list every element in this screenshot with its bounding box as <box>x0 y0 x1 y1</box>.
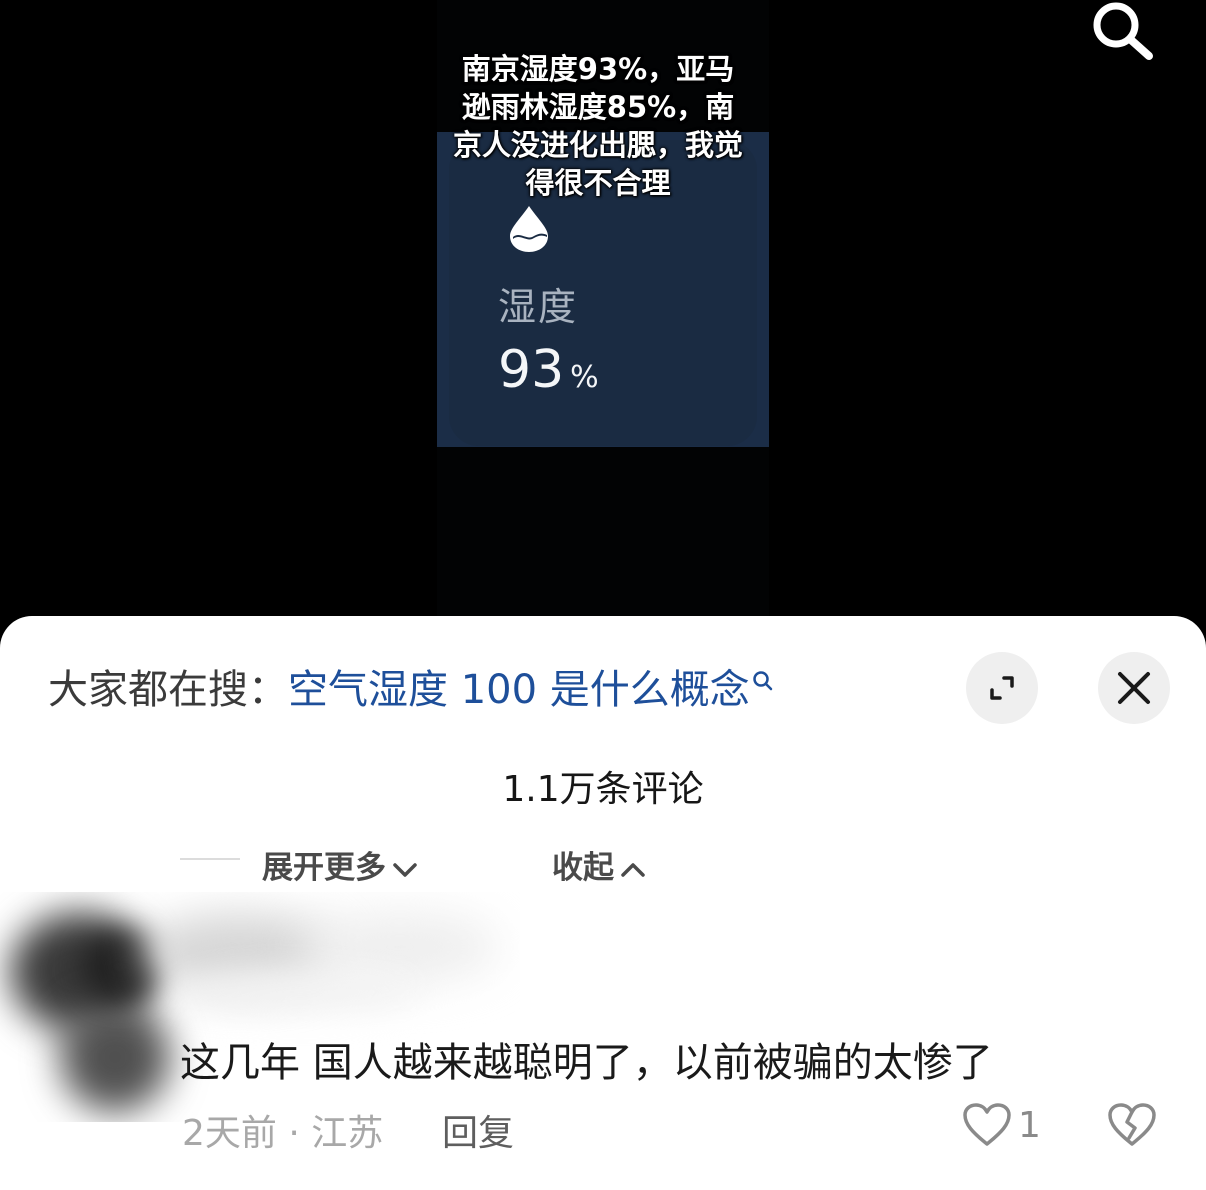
close-icon <box>1118 672 1150 704</box>
expand-more-label: 展开更多 <box>262 850 386 886</box>
broken-heart-icon <box>1108 1103 1156 1146</box>
search-icon <box>753 671 773 691</box>
chevron-down-icon <box>393 862 417 877</box>
trending-prefix: 大家都在搜： <box>48 667 288 713</box>
comment-count: 1.1万条评论 <box>502 769 704 810</box>
expand-icon <box>990 676 1014 700</box>
comment-text: 这几年 国人越来越聪明了，以前被骗的太惨了 <box>180 1040 993 1086</box>
search-icon <box>1093 2 1153 60</box>
humidity-value: 93% <box>498 340 599 400</box>
collapse-button[interactable]: 收起 <box>552 842 646 887</box>
chevron-up-icon <box>621 862 645 877</box>
video-player[interactable]: 湿度 93% 南京湿度93%，亚马逊雨林湿度85%，南京人没进化出腮，我觉得很不… <box>0 0 1206 640</box>
expand-more-button[interactable]: 展开更多 <box>262 842 418 887</box>
water-drop-icon <box>510 206 548 252</box>
thread-divider <box>180 858 240 860</box>
search-button[interactable] <box>1085 0 1159 62</box>
dislike-button[interactable] <box>1107 1102 1157 1152</box>
reply-button[interactable]: 回复 <box>442 1104 514 1156</box>
comment-meta: 2天前 · 江苏 <box>182 1113 384 1154</box>
trending-search[interactable]: 大家都在搜：空气湿度 100 是什么概念 <box>48 666 774 714</box>
humidity-unit: % <box>570 360 599 395</box>
trending-query-link[interactable]: 空气湿度 100 是什么概念 <box>288 667 750 713</box>
like-button[interactable]: 1 <box>962 1102 1041 1148</box>
like-count: 1 <box>1018 1104 1041 1146</box>
video-caption: 南京湿度93%，亚马逊雨林湿度85%，南京人没进化出腮，我觉得很不合理 <box>452 52 743 200</box>
humidity-number: 93 <box>498 340 565 400</box>
expand-button[interactable] <box>966 652 1038 724</box>
humidity-label: 湿度 <box>498 285 579 329</box>
close-button[interactable] <box>1098 652 1170 724</box>
heart-icon <box>963 1103 1011 1146</box>
collapse-label: 收起 <box>552 850 614 886</box>
